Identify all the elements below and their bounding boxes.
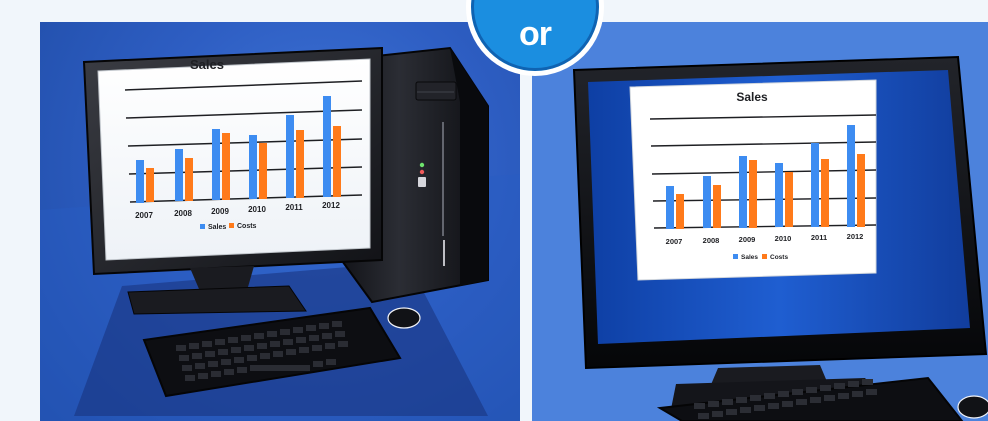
left-scene-panel: Sales 2007 2008 2009 2010 2011 2012 Sale… [40,22,520,421]
right-bar-sales-2011 [811,143,819,227]
right-scene-panel: Sales 2007 2008 2009 2010 2011 2012 Sale… [532,22,988,421]
right-bar-costs-2009 [749,160,757,228]
right-legend-sales-swatch [733,254,738,259]
right-bar-sales-2010 [775,163,783,227]
right-bar-costs-2012 [857,154,865,227]
left-year-2011: 2011 [285,203,303,212]
right-year-2011: 2011 [811,233,827,242]
right-bar-costs-2008 [713,185,721,228]
left-scene-illustration: Sales 2007 2008 2009 2010 2011 2012 Sale… [40,46,520,421]
left-bar-costs-2007 [146,168,154,202]
left-mouse [387,307,421,329]
right-mouse [957,395,988,419]
right-bar-costs-2007 [676,194,684,229]
left-bar-costs-2011 [296,130,304,198]
left-bar-sales-2010 [249,135,257,199]
left-legend-costs-label: Costs [237,223,257,230]
illustration-page: Sales 2007 2008 2009 2010 2011 2012 Sale… [0,0,988,421]
left-bar-costs-2012 [333,126,341,197]
right-year-2010: 2010 [775,234,792,243]
left-legend-sales-label: Sales [208,224,226,231]
right-bar-sales-2007 [666,186,674,229]
right-year-2012: 2012 [847,232,864,241]
right-bar-sales-2012 [847,125,855,227]
right-bar-sales-2008 [703,176,711,228]
left-bar-sales-2011 [286,115,294,198]
right-year-2008: 2008 [703,236,720,245]
left-bar-sales-2007 [136,160,144,203]
right-bar-costs-2010 [785,172,793,227]
left-year-2007: 2007 [135,211,153,220]
right-chart-title: Sales [736,90,768,104]
right-legend-costs-label: Costs [770,254,788,261]
left-bar-sales-2012 [323,96,331,197]
left-year-2009: 2009 [211,207,229,216]
left-legend-sales-swatch [200,224,205,229]
left-bar-costs-2009 [222,133,230,200]
right-scene-illustration: Sales 2007 2008 2009 2010 2011 2012 Sale… [532,22,988,421]
left-chart-title: Sales [190,57,224,72]
right-bar-sales-2009 [739,156,747,228]
right-year-2009: 2009 [739,235,756,244]
left-year-2012: 2012 [322,201,340,210]
left-year-2008: 2008 [174,209,192,218]
left-bar-sales-2008 [175,149,183,201]
or-badge-label: or [519,15,552,53]
right-year-2007: 2007 [666,237,683,246]
left-legend-costs-swatch [229,223,234,228]
left-year-2010: 2010 [248,205,266,214]
right-bar-costs-2011 [821,159,829,227]
left-bar-sales-2009 [212,129,220,200]
right-legend-sales-label: Sales [741,254,758,261]
right-legend-costs-swatch [762,254,767,259]
left-bar-costs-2010 [259,143,267,199]
left-bar-costs-2008 [185,158,193,201]
